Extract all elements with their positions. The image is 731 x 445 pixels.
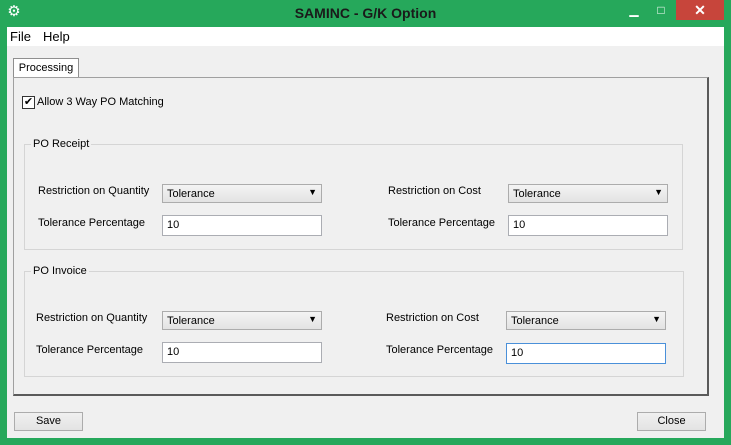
invoice-qty-tol-label: Tolerance Percentage bbox=[36, 344, 144, 356]
chevron-down-icon: ▼ bbox=[652, 314, 661, 324]
receipt-cost-tol-input[interactable]: 10 bbox=[508, 215, 668, 236]
receipt-cost-tol-label: Tolerance Percentage bbox=[388, 217, 496, 229]
processing-tab-panel: ✔ Allow 3 Way PO Matching PO Receipt Res… bbox=[13, 77, 709, 396]
po-invoice-group: PO Invoice Restriction on Quantity Toler… bbox=[24, 265, 684, 377]
chevron-down-icon: ▼ bbox=[308, 187, 317, 197]
tab-processing[interactable]: Processing bbox=[13, 58, 79, 78]
invoice-qty-label: Restriction on Quantity bbox=[36, 312, 148, 324]
save-button[interactable]: Save bbox=[14, 412, 83, 431]
receipt-qty-tol-label: Tolerance Percentage bbox=[38, 217, 146, 229]
minimize-button[interactable]: ▁ bbox=[621, 0, 647, 20]
invoice-cost-tol-label: Tolerance Percentage bbox=[386, 344, 494, 356]
invoice-qty-tol-input[interactable]: 10 bbox=[162, 342, 322, 363]
receipt-qty-value: Tolerance bbox=[167, 188, 215, 200]
receipt-qty-select[interactable]: Tolerance ▼ bbox=[162, 184, 322, 203]
invoice-qty-select[interactable]: Tolerance ▼ bbox=[162, 311, 322, 330]
chevron-down-icon: ▼ bbox=[654, 187, 663, 197]
menu-bar: File Help bbox=[7, 27, 724, 46]
receipt-qty-tol-input[interactable]: 10 bbox=[162, 215, 322, 236]
maximize-button[interactable]: □ bbox=[648, 0, 674, 20]
application-window: ⚙ SAMINC - G/K Option ▁ □ ✕ File Help Pr… bbox=[0, 0, 731, 445]
allow-3way-checkbox[interactable]: ✔ bbox=[22, 96, 35, 109]
allow-3way-label[interactable]: Allow 3 Way PO Matching bbox=[37, 96, 164, 108]
menu-help[interactable]: Help bbox=[43, 29, 70, 44]
invoice-cost-label: Restriction on Cost bbox=[386, 312, 479, 324]
close-window-button[interactable]: ✕ bbox=[676, 0, 724, 20]
dialog-client-area: File Help Processing ✔ Allow 3 Way PO Ma… bbox=[7, 27, 724, 438]
receipt-cost-select[interactable]: Tolerance ▼ bbox=[508, 184, 668, 203]
po-invoice-title: PO Invoice bbox=[31, 265, 89, 277]
po-receipt-group: PO Receipt Restriction on Quantity Toler… bbox=[24, 138, 683, 250]
invoice-qty-value: Tolerance bbox=[167, 315, 215, 327]
title-bar[interactable]: ⚙ SAMINC - G/K Option ▁ □ ✕ bbox=[0, 0, 731, 26]
po-receipt-title: PO Receipt bbox=[31, 138, 92, 150]
invoice-cost-value: Tolerance bbox=[511, 315, 559, 327]
close-button[interactable]: Close bbox=[637, 412, 706, 431]
invoice-cost-select[interactable]: Tolerance ▼ bbox=[506, 311, 666, 330]
invoice-cost-tol-input[interactable]: 10 bbox=[506, 343, 666, 364]
receipt-cost-value: Tolerance bbox=[513, 188, 561, 200]
receipt-cost-label: Restriction on Cost bbox=[388, 185, 481, 197]
chevron-down-icon: ▼ bbox=[308, 314, 317, 324]
menu-file[interactable]: File bbox=[10, 29, 31, 44]
receipt-qty-label: Restriction on Quantity bbox=[38, 185, 150, 197]
